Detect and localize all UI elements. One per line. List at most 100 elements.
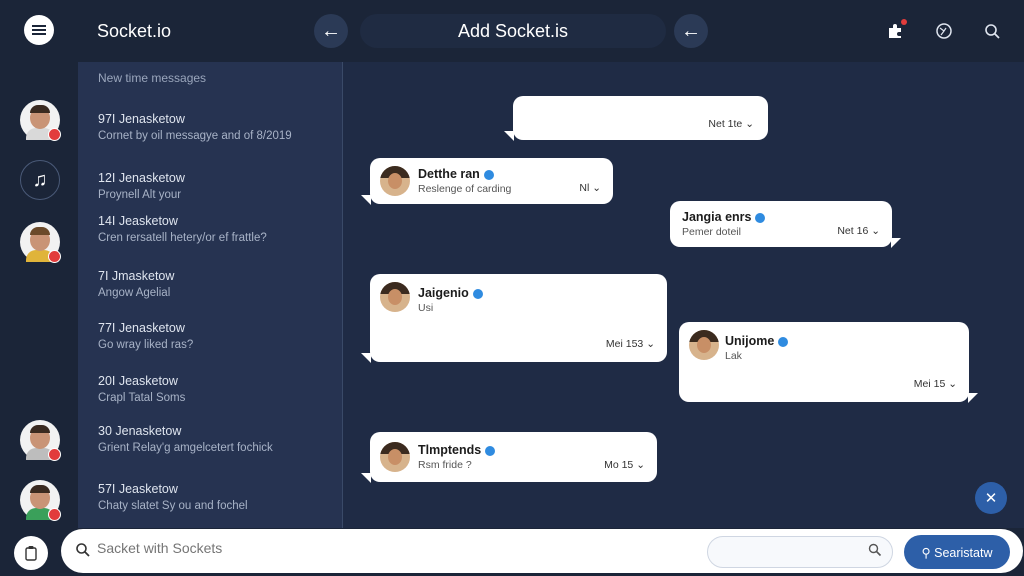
- avatar-hair: [30, 227, 50, 235]
- list-item[interactable]: 97I Jenasketow Cornet by oil messagye an…: [98, 112, 338, 142]
- search-button[interactable]: [980, 19, 1004, 43]
- message-bubble[interactable]: Jaigenio Usi Mei 153 ⌄: [361, 274, 667, 363]
- list-item-name: 14I Jeasketow: [98, 214, 178, 228]
- message-text: Usi: [418, 302, 434, 314]
- avatar-hair: [30, 485, 50, 493]
- bubble-tail: [361, 195, 371, 205]
- list-item-name: 12I Jenasketow: [98, 171, 185, 185]
- list-item-message: Cren rersatell hetery/or ef frattle?: [98, 232, 267, 244]
- sender-name-text: Detthe ran: [418, 167, 480, 181]
- message-text: Lak: [725, 350, 742, 362]
- avatar[interactable]: [20, 100, 61, 141]
- sender-name-text: Unijome: [725, 334, 775, 348]
- bubble-tail: [504, 131, 514, 141]
- sender-name: Detthe ran: [418, 167, 494, 181]
- sender-name: Tlmptends: [418, 443, 496, 457]
- message-time: Mei 153 ⌄: [605, 338, 655, 350]
- back-button[interactable]: ←: [314, 14, 348, 48]
- list-item-name: 97I Jenasketow: [98, 112, 185, 126]
- message-time: Net 16 ⌄: [837, 225, 880, 237]
- sender-name-text: Tlmptends: [418, 443, 482, 457]
- notifications-button[interactable]: [883, 19, 907, 43]
- message-bubble[interactable]: Detthe ran Reslenge of carding Nl ⌄: [361, 158, 613, 205]
- bubble-tail: [361, 353, 371, 363]
- message-bubble[interactable]: Tlmptends Rsm fride ? Mo 15 ⌄: [361, 432, 657, 483]
- attach-button[interactable]: [14, 536, 48, 570]
- clipboard-icon: [25, 546, 37, 561]
- message-input-container: ⚲ Searistatw: [61, 529, 1023, 573]
- message-time: Mei 15 ⌄: [913, 378, 957, 390]
- message-time: Net 1te ⌄: [708, 118, 754, 130]
- avatar: [380, 166, 410, 196]
- list-item[interactable]: 57I Jeasketow Chaty slatet Sy ou and foc…: [98, 482, 338, 512]
- message-bubble[interactable]: Unijome Lak Mei 15 ⌄: [679, 322, 978, 403]
- sender-name: Jangia enrs: [682, 210, 766, 224]
- message-text: Pemer doteil: [682, 226, 741, 238]
- mini-search-field[interactable]: [707, 536, 893, 568]
- search-icon: [76, 543, 90, 557]
- notification-dot: [901, 19, 907, 25]
- status-badge: [48, 448, 61, 461]
- left-rail: ♫: [0, 62, 78, 528]
- status-badge: [48, 128, 61, 141]
- list-item-message: Go wray liked ras?: [98, 339, 194, 351]
- message-bubble[interactable]: Jangia enrs Pemer doteil Net 16 ⌄: [670, 201, 901, 248]
- tools-button[interactable]: ✕: [975, 482, 1007, 514]
- search-icon: [868, 543, 882, 557]
- globe-button[interactable]: [932, 19, 956, 43]
- message-text: Rsm fride ?: [418, 459, 472, 471]
- music-button[interactable]: ♫: [20, 160, 60, 200]
- conversation-list: New time messages 97I Jenasketow Cornet …: [78, 62, 343, 528]
- avatar: [380, 282, 410, 312]
- wrench-icon: ✕: [984, 490, 998, 507]
- list-item[interactable]: 77I Jenasketow Go wray liked ras?: [98, 321, 338, 351]
- music-note-icon: ♫: [32, 168, 48, 191]
- avatar: [380, 442, 410, 472]
- bubble-tail: [891, 238, 901, 248]
- list-item[interactable]: 20I Jeasketow Crapl Tatal Soms: [98, 374, 338, 404]
- list-item[interactable]: 14I Jeasketow Cren rersatell hetery/or e…: [98, 214, 338, 244]
- list-item-name: 7I Jmasketow: [98, 269, 175, 283]
- verified-icon: [472, 288, 483, 299]
- avatar-hair: [30, 425, 50, 433]
- list-item-name: 57I Jeasketow: [98, 482, 178, 496]
- search-submit-button[interactable]: ⚲ Searistatw: [904, 535, 1010, 569]
- verified-icon: [755, 212, 766, 223]
- message-input[interactable]: [95, 539, 479, 557]
- list-item[interactable]: 7I Jmasketow Angow Agelial: [98, 269, 338, 299]
- list-item-name: 77I Jenasketow: [98, 321, 185, 335]
- message-time: Nl ⌄: [579, 182, 601, 194]
- sender-name: Unijome: [725, 334, 789, 348]
- globe-icon: [936, 23, 952, 39]
- list-item-message: Grient Relay'g amgelcetert fochick: [98, 442, 273, 454]
- verified-icon: [485, 445, 496, 456]
- list-item[interactable]: 30 Jenasketow Grient Relay'g amgelcetert…: [98, 424, 338, 454]
- avatar-face: [388, 289, 402, 305]
- avatar-face: [388, 449, 402, 465]
- avatar-face: [697, 337, 711, 353]
- list-item-message: Cornet by oil messagye and of 8/2019: [98, 130, 292, 142]
- list-header: New time messages: [98, 71, 207, 85]
- bubble-tail: [968, 393, 978, 403]
- forward-button[interactable]: ←: [674, 14, 708, 48]
- verified-icon: [483, 169, 494, 180]
- message-text: Reslenge of carding: [418, 183, 512, 195]
- bottom-bar: ⚲ Searistatw: [0, 528, 1024, 576]
- sender-name-text: Jaigenio: [418, 286, 469, 300]
- list-item-name: 30 Jenasketow: [98, 424, 182, 438]
- sender-name-text: Jangia enrs: [682, 210, 752, 224]
- message-bubble[interactable]: Net 1te ⌄: [504, 96, 768, 141]
- puzzle-icon: [889, 24, 901, 38]
- arrow-left-icon: ←: [321, 19, 341, 42]
- status-badge: [48, 250, 61, 263]
- app-logo-icon[interactable]: [24, 15, 54, 45]
- list-item[interactable]: 12I Jenasketow Proynell Alt your: [98, 171, 338, 201]
- avatar[interactable]: [20, 480, 61, 521]
- list-item-name: 20I Jeasketow: [98, 374, 178, 388]
- arrow-left-icon: ←: [681, 19, 701, 42]
- page-title: Add Socket.is: [360, 14, 666, 48]
- avatar[interactable]: [20, 222, 61, 263]
- avatar-hair: [30, 105, 50, 113]
- verified-icon: [778, 336, 789, 347]
- avatar[interactable]: [20, 420, 61, 461]
